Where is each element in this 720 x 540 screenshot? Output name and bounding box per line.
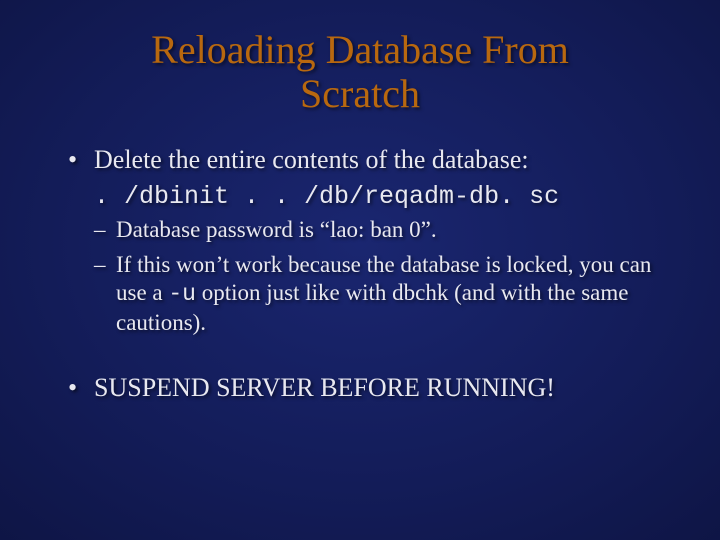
title-line-2: Scratch [300, 71, 420, 116]
sub-bullet-password: Database password is “lao: ban 0”. [94, 216, 660, 245]
bullet-delete-contents: Delete the entire contents of the databa… [66, 144, 660, 338]
command-line: . /dbinit . . /db/reqadm-db. sc [94, 181, 660, 212]
bullet-suspend-server: SUSPEND SERVER BEFORE RUNNING! [66, 372, 660, 405]
sub-bullet-list: Database password is “lao: ban 0”. If th… [94, 216, 660, 338]
bullet-1-text: Delete the entire contents of the databa… [94, 145, 529, 174]
bullet-list-2: SUSPEND SERVER BEFORE RUNNING! [60, 372, 660, 405]
sub-bullet-locked: If this won’t work because the database … [94, 251, 660, 338]
slide: Reloading Database From Scratch Delete t… [0, 0, 720, 540]
slide-title: Reloading Database From Scratch [60, 28, 660, 116]
sub2-flag: -u [168, 281, 196, 307]
spacer [60, 344, 660, 372]
title-line-1: Reloading Database From [151, 27, 569, 72]
bullet-list: Delete the entire contents of the databa… [60, 144, 660, 338]
